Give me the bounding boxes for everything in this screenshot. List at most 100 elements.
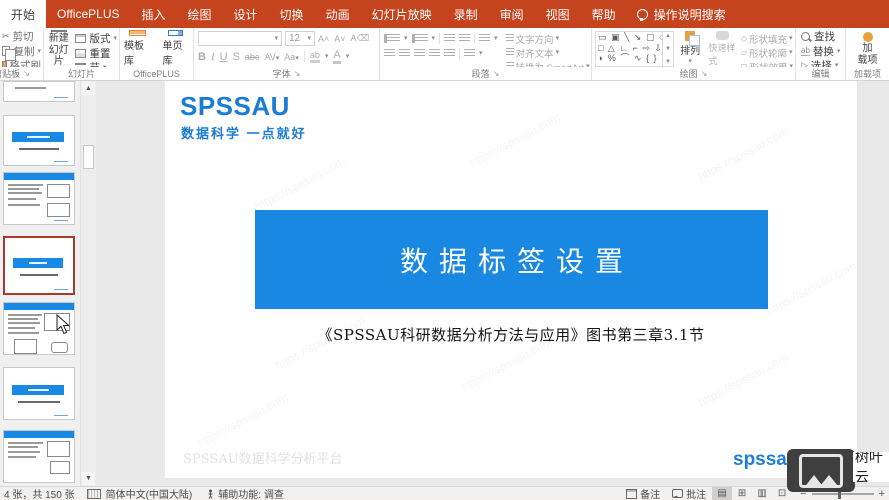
reset-button[interactable]: 重置 [75, 47, 117, 61]
slide-thumbnail-4-selected[interactable] [3, 236, 75, 295]
slide-thumbnail-1[interactable] [3, 81, 75, 102]
bullets-icon[interactable] [387, 34, 400, 43]
zoom-in-button[interactable]: + [879, 488, 885, 500]
slide-thumbnail-7[interactable] [3, 430, 75, 483]
tab-slideshow[interactable]: 幻灯片放映 [361, 0, 443, 28]
page-library-button[interactable]: 单页库 [161, 30, 192, 67]
scrollbar-thumb[interactable] [83, 145, 94, 169]
align-right-icon[interactable] [414, 49, 425, 58]
clear-format-button[interactable]: A⌫ [351, 33, 370, 44]
tab-help[interactable]: 帮助 [581, 0, 627, 28]
scroll-down-icon: ▼ [665, 46, 671, 52]
text-direction-button[interactable]: 文字方向▾ [506, 32, 590, 45]
font-color-button[interactable]: A [333, 49, 340, 64]
slide-thumbnail-2[interactable] [3, 115, 75, 166]
text-shadow-button[interactable]: S [233, 51, 240, 63]
select-button[interactable]: ▷选择▾ [801, 59, 843, 67]
distribute-icon[interactable] [444, 49, 455, 58]
cut-button[interactable]: ✂剪切 [2, 30, 41, 44]
align-left-icon[interactable] [384, 49, 395, 58]
reading-view-icon: ▥ [757, 488, 766, 499]
increase-indent-icon[interactable] [459, 34, 470, 43]
shape-effects-button[interactable]: ◻形状效果▾ [741, 60, 793, 67]
shape-outline-button[interactable]: ▱形状轮廓▾ [741, 46, 793, 59]
tab-officeplus[interactable]: OfficePLUS [46, 0, 130, 28]
slide-thumbnail-3[interactable] [3, 172, 75, 225]
shape-gallery[interactable]: ▭ ▣ ╲ ↘ ▢ ○ □ △ ∟ ⌐ ⇨ ⇩ ◗ % ⌒ ∿ { } [595, 31, 663, 67]
template-library-button[interactable]: 模板库 [122, 30, 153, 67]
change-case-button[interactable]: Aa▾ [284, 52, 299, 62]
layout-button[interactable]: 版式▾ [75, 32, 117, 46]
bold-button[interactable]: B [198, 51, 206, 63]
group-label-officeplus: OfficePLUS [133, 69, 180, 79]
shape-fill-button[interactable]: ◇形状填充▾ [741, 32, 793, 45]
notes-toggle-button[interactable]: 备注 [620, 486, 666, 500]
strikethrough-button[interactable]: abc [245, 52, 260, 62]
justify-icon[interactable] [429, 49, 440, 58]
normal-view-button[interactable]: ▤ [712, 487, 732, 500]
diagonal-watermark: https://spssau.com [196, 390, 291, 449]
dialog-launcher-icon[interactable]: ↘ [701, 69, 708, 78]
replace-button[interactable]: ab替换▾ [801, 45, 843, 59]
title-banner[interactable]: 数据标签设置 [255, 210, 768, 309]
tab-home[interactable]: 开始 [0, 0, 46, 28]
reset-icon [75, 49, 86, 58]
zoom-slider[interactable] [812, 493, 874, 495]
arrange-button[interactable]: 排列▾ [677, 31, 703, 67]
scroll-down-button[interactable]: ▼ [82, 472, 95, 485]
slide-thumbnail-6[interactable] [3, 367, 75, 420]
character-spacing-button[interactable]: AV▾ [264, 52, 279, 62]
keyboard-language-icon[interactable] [87, 489, 101, 499]
reading-view-button[interactable]: ▥ [752, 487, 772, 500]
group-officeplus: 模板库 单页库 OfficePLUS [120, 28, 194, 80]
tab-design[interactable]: 设计 [223, 0, 269, 28]
scroll-up-button[interactable]: ▲ [82, 82, 95, 95]
copy-button[interactable]: 复制▾ [2, 45, 41, 59]
down-arrow-icon: ▼ [85, 475, 92, 482]
slide-sorter-view-button[interactable]: ⊞ [732, 487, 752, 500]
shrink-font-button[interactable]: A˅ [334, 34, 345, 44]
tab-animations[interactable]: 动画 [315, 0, 361, 28]
dialog-launcher-icon[interactable]: ↘ [294, 69, 301, 78]
convert-smartart-button[interactable]: 转换为 SmartArt▾ [506, 60, 590, 67]
slide-thumbnail-panel [0, 81, 80, 486]
language-label[interactable]: 简体中文(中国大陆) [106, 486, 193, 500]
dialog-launcher-icon[interactable]: ↘ [493, 69, 500, 78]
numbering-icon[interactable] [415, 34, 428, 43]
align-text-button[interactable]: 对齐文本▾ [506, 46, 590, 59]
quick-styles-icon [716, 31, 729, 40]
find-button[interactable]: 查找 [801, 30, 843, 44]
tab-draw[interactable]: 绘图 [177, 0, 223, 28]
tab-transitions[interactable]: 切换 [269, 0, 315, 28]
tell-me-search[interactable]: 操作说明搜索 [627, 0, 736, 28]
highlight-color-button[interactable]: ab [310, 50, 320, 63]
dialog-launcher-icon[interactable]: ↘ [23, 69, 30, 78]
spssau-logo: SPSSAU [180, 91, 290, 122]
line-spacing-icon[interactable] [479, 34, 490, 43]
new-slide-button[interactable]: 新建 幻灯片▾ [46, 30, 71, 67]
tab-view[interactable]: 视图 [535, 0, 581, 28]
search-icon [801, 32, 810, 41]
tab-record[interactable]: 录制 [443, 0, 489, 28]
tab-insert[interactable]: 插入 [131, 0, 177, 28]
accessibility-label[interactable]: 辅助功能: 调查 [218, 486, 284, 500]
columns-icon[interactable] [464, 49, 475, 58]
slide-canvas[interactable]: https://spssau.com https://spssau.com ht… [165, 81, 857, 478]
slide-title: 数据标签设置 [389, 240, 634, 280]
thumbnail-scrollbar[interactable]: ▲ ▼ [80, 81, 96, 486]
tab-review[interactable]: 审阅 [489, 0, 535, 28]
font-size-combo[interactable]: 12▾ [285, 31, 315, 46]
grow-font-button[interactable]: A˄ [318, 34, 329, 44]
diagonal-watermark: https://spssau.com [764, 258, 859, 317]
italic-button[interactable]: I [211, 51, 215, 63]
shape-gallery-scroll[interactable]: ▲ ▼ ▼ [663, 31, 674, 67]
slide-subtitle[interactable]: 《SPSSAU科研数据分析方法与应用》图书第三章3.1节 [165, 324, 857, 345]
quick-styles-button[interactable]: 快速样式 [706, 31, 737, 67]
addins-button[interactable]: 加 载项 [856, 30, 880, 67]
decrease-indent-icon[interactable] [444, 34, 455, 43]
align-center-icon[interactable] [399, 49, 410, 58]
comments-toggle-button[interactable]: 批注 [666, 486, 712, 500]
group-paragraph: ▾ ▾ ▾ ▾ [380, 28, 592, 80]
font-name-combo[interactable]: ▾ [198, 31, 282, 46]
underline-button[interactable]: U [220, 51, 228, 63]
